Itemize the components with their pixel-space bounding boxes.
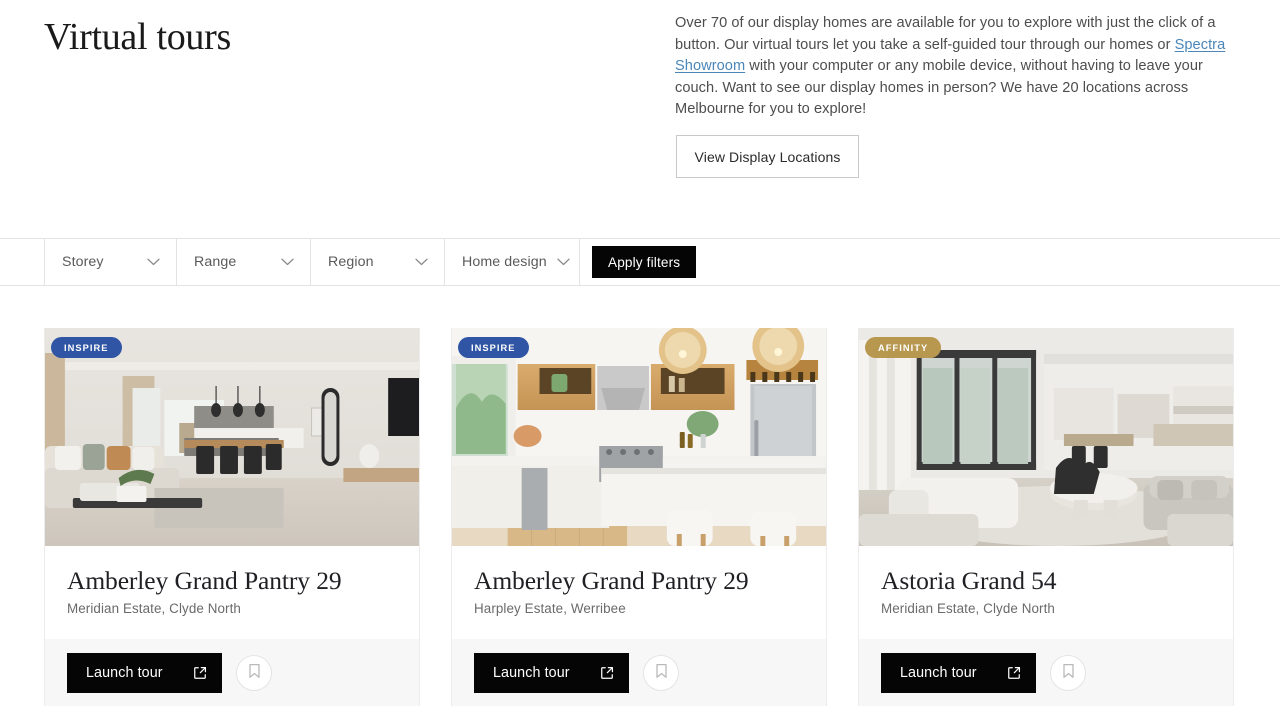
card-body: Amberley Grand Pantry 29 Harpley Estate,… <box>452 546 826 639</box>
card-subtitle: Harpley Estate, Werribee <box>474 601 626 616</box>
chevron-down-icon <box>259 258 294 266</box>
filter-label-range: Range <box>194 254 237 270</box>
launch-tour-button[interactable]: Launch tour <box>881 652 1036 693</box>
bookmark-icon <box>655 663 668 682</box>
apply-filters-button[interactable]: Apply filters <box>592 246 697 278</box>
filter-dropdown-storey[interactable]: Storey <box>44 239 176 285</box>
chevron-down-icon <box>547 258 570 266</box>
card-image: INSPIRE <box>452 328 826 546</box>
external-link-icon <box>600 666 614 680</box>
card-body: Astoria Grand 54 Meridian Estate, Clyde … <box>859 546 1233 639</box>
launch-tour-label: Launch tour <box>86 664 163 681</box>
card-body: Amberley Grand Pantry 29 Meridian Estate… <box>45 546 419 639</box>
launch-tour-label: Launch tour <box>493 664 570 681</box>
filter-label-home-design: Home design <box>462 254 547 270</box>
save-bookmark-button[interactable] <box>236 654 272 691</box>
external-link-icon <box>193 666 207 680</box>
card-title: Amberley Grand Pantry 29 <box>474 566 749 595</box>
hero-section: Virtual tours Over 70 of our display hom… <box>0 0 1280 238</box>
card-image: AFFINITY <box>859 328 1233 546</box>
external-link-icon <box>1007 666 1021 680</box>
hero-text-before-link: Over 70 of our display homes are availab… <box>675 15 1216 53</box>
card-footer: Launch tour <box>859 639 1233 706</box>
card-subtitle: Meridian Estate, Clyde North <box>881 601 1055 616</box>
chevron-down-icon <box>393 258 428 266</box>
tour-card[interactable]: INSPIRE Amberley Grand Pantry 29 Harpley… <box>451 328 827 706</box>
bookmark-icon <box>248 663 261 682</box>
card-footer: Launch tour <box>452 639 826 706</box>
card-badge: INSPIRE <box>51 337 122 358</box>
chevron-down-icon <box>125 258 160 266</box>
card-image: INSPIRE <box>45 328 419 546</box>
filter-label-storey: Storey <box>62 254 104 270</box>
filter-label-region: Region <box>328 254 374 270</box>
launch-tour-label: Launch tour <box>900 664 977 681</box>
tour-card[interactable]: INSPIRE Amberley Grand Pantry 29 Meridia… <box>44 328 420 706</box>
save-bookmark-button[interactable] <box>643 654 679 691</box>
filter-dropdown-range[interactable]: Range <box>176 239 310 285</box>
tour-card[interactable]: AFFINITY Astoria Grand 54 Meridian Estat… <box>858 328 1234 706</box>
card-badge: INSPIRE <box>458 337 529 358</box>
card-subtitle: Meridian Estate, Clyde North <box>67 601 241 616</box>
card-title: Amberley Grand Pantry 29 <box>67 566 342 595</box>
filter-dropdown-home-design[interactable]: Home design <box>444 239 580 285</box>
filter-dropdown-region[interactable]: Region <box>310 239 444 285</box>
hero-text-after-link: with your computer or any mobile device,… <box>675 58 1203 118</box>
card-title: Astoria Grand 54 <box>881 566 1057 595</box>
filter-bar: Storey Range Region Home design Apply fi… <box>0 238 1280 286</box>
bookmark-icon <box>1062 663 1075 682</box>
view-display-locations-button[interactable]: View Display Locations <box>676 135 859 178</box>
virtual-tour-card-grid: INSPIRE Amberley Grand Pantry 29 Meridia… <box>0 286 1280 706</box>
card-badge: AFFINITY <box>865 337 942 358</box>
launch-tour-button[interactable]: Launch tour <box>474 652 629 693</box>
hero-description: Over 70 of our display homes are availab… <box>675 13 1227 121</box>
page-title: Virtual tours <box>44 16 231 58</box>
save-bookmark-button[interactable] <box>1050 654 1086 691</box>
card-footer: Launch tour <box>45 639 419 706</box>
launch-tour-button[interactable]: Launch tour <box>67 652 222 693</box>
